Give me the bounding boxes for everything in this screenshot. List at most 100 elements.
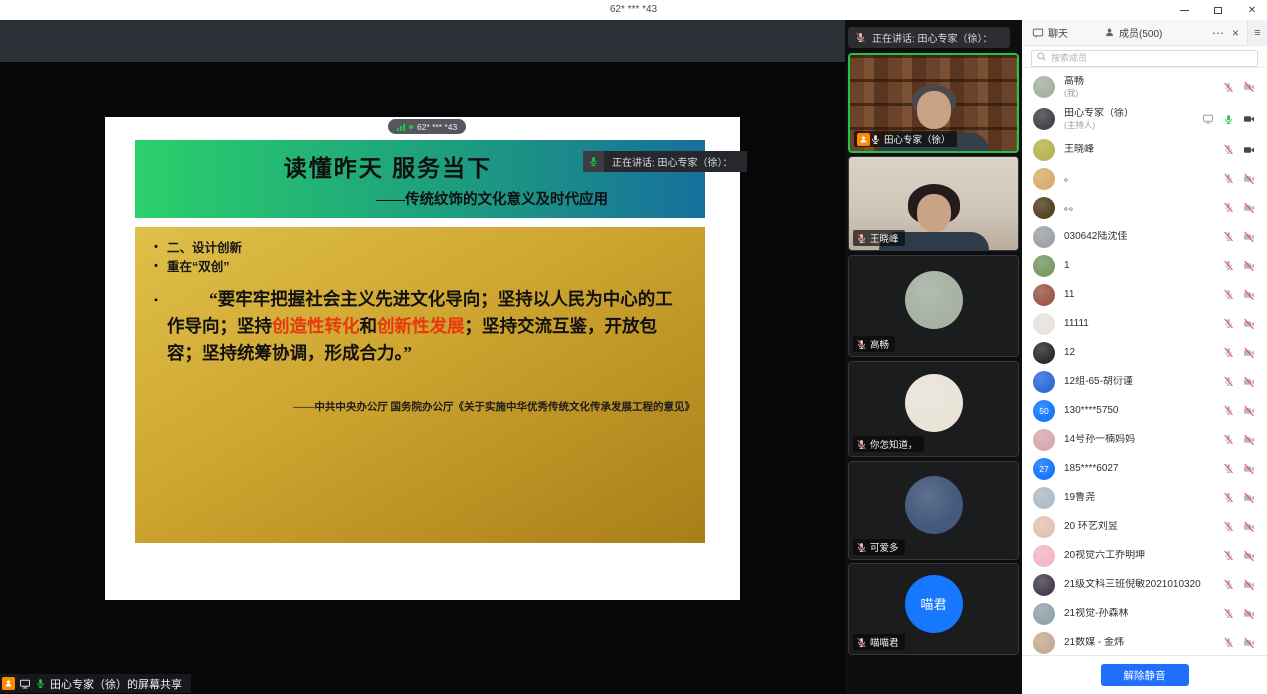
member-row[interactable]: 50 130****5750 [1022, 396, 1267, 425]
member-row[interactable]: 1 [1022, 251, 1267, 280]
member-row[interactable]: 高畅 (我) [1022, 71, 1267, 103]
member-row[interactable]: 14号孙一楠妈妈 [1022, 425, 1267, 454]
screen-share-area: 读懂昨天 服务当下 ——传统纹饰的文化意义及时代应用 • 二、设计创新 • 重在“双创… [0, 62, 845, 694]
avatar [1033, 428, 1055, 451]
status-dot-icon [409, 124, 413, 129]
speaking-toast-text: 正在讲话: 田心专家（徐）： [612, 158, 733, 169]
member-row[interactable]: 王晓峰 [1022, 135, 1267, 164]
member-row[interactable]: 21视觉-孙森林 [1022, 599, 1267, 628]
video-tile[interactable]: 喵君 喵喵君 [848, 563, 1019, 655]
avatar [1033, 370, 1055, 393]
video-tile[interactable]: 可爱多 [848, 461, 1019, 560]
member-row[interactable]: 12 [1022, 338, 1267, 367]
member-status-icons[interactable] [1223, 579, 1255, 591]
member-status-icons[interactable] [1223, 608, 1255, 620]
member-name: 19鲁尧 [1064, 491, 1096, 503]
member-row[interactable]: 030642陆沈佳 [1022, 222, 1267, 251]
unmute-button[interactable]: 解除静音 [1100, 664, 1189, 686]
member-row[interactable]: 。 [1022, 164, 1267, 193]
avatar [1033, 108, 1055, 130]
member-status-icons[interactable] [1223, 260, 1255, 272]
member-status-icons[interactable] [1223, 376, 1255, 388]
avatar [904, 271, 963, 329]
member-name: 21数媒 - 金炜 [1064, 636, 1125, 648]
member-name: 田心专家（徐） [1064, 107, 1134, 119]
member-status-icons[interactable] [1223, 492, 1255, 504]
tab-members[interactable]: 成员(500) [1104, 25, 1212, 40]
tile-status-icons [856, 233, 867, 244]
member-search-row [1022, 46, 1267, 68]
search-icon [1036, 51, 1047, 62]
member-name: 1 [1064, 259, 1070, 271]
panel-close-icon[interactable]: × [1232, 27, 1239, 39]
member-status-icons[interactable] [1223, 289, 1255, 301]
member-name: 王晓峰 [1064, 143, 1094, 155]
avatar [1033, 138, 1055, 161]
restore-icon[interactable] [1211, 3, 1225, 17]
member-row[interactable]: 。。 [1022, 193, 1267, 222]
search-input[interactable] [1031, 49, 1258, 67]
video-tile[interactable]: 田心专家（徐） [848, 53, 1019, 153]
window-titlebar: 62* *** *43 ✕ [0, 0, 1267, 20]
member-status-icons[interactable] [1223, 434, 1255, 446]
member-status-icons[interactable] [1223, 550, 1255, 562]
video-tile[interactable]: 高畅 [848, 255, 1019, 357]
member-status-icons[interactable] [1223, 202, 1255, 214]
member-row[interactable]: 27 185****6027 [1022, 454, 1267, 483]
member-icon [1104, 27, 1115, 38]
member-name: 030642陆沈佳 [1064, 230, 1128, 242]
tile-name-label: 王晓峰 [853, 230, 905, 246]
tile-name: 你怎知道， [870, 440, 918, 451]
screen-share-icon [19, 678, 31, 690]
slide-quote-text: “要牢牢把握社会主义先进文化导向；坚持以人民为中心的工作导向；坚持创造性转化和创… [167, 288, 673, 363]
avatar [1033, 544, 1055, 567]
tile-name: 可爱多 [870, 543, 899, 554]
member-status-icons[interactable] [1223, 81, 1255, 93]
avatar [1033, 486, 1055, 509]
tab-chat[interactable]: 聊天 [1022, 25, 1104, 40]
minimize-icon[interactable] [1177, 3, 1191, 17]
member-row[interactable]: 20 环艺刘昱 [1022, 512, 1267, 541]
member-status-icons[interactable] [1223, 405, 1255, 417]
more-icon[interactable]: ⋯ [1212, 27, 1224, 39]
member-name: 。。 [1064, 201, 1079, 213]
video-thumbnail-sidebar: 正在讲话: 田心专家（徐）： 田心专家（徐） 王晓峰 高畅 你怎知道， 可爱多 … [845, 20, 1022, 694]
member-status-icons[interactable] [1202, 113, 1255, 125]
tile-status-icons [856, 637, 867, 648]
slide-quote: • “要牢牢把握社会主义先进文化导向；坚持以人民为中心的工作导向；坚持创造性转化… [145, 286, 691, 367]
member-row[interactable]: 11111 [1022, 309, 1267, 338]
tile-name: 田心专家（徐） [884, 135, 951, 146]
member-list: 高畅 (我) 田心专家（徐） (主持人) 王晓峰 。 。。 030642陆沈佳 … [1022, 68, 1267, 655]
window-controls: ✕ [1177, 0, 1259, 20]
video-tile[interactable]: 王晓峰 [848, 156, 1019, 251]
tile-status-icons [856, 339, 867, 350]
member-status-icons[interactable] [1223, 463, 1255, 475]
tile-name-label: 田心专家（徐） [854, 131, 957, 147]
member-status-icons[interactable] [1223, 173, 1255, 185]
member-row[interactable]: 田心专家（徐） (主持人) [1022, 103, 1267, 135]
member-name: 12组-65-胡衍谨 [1064, 375, 1133, 387]
member-row[interactable]: 20视觉六工乔明坤 [1022, 541, 1267, 570]
member-status-icons[interactable] [1223, 231, 1255, 243]
member-status-icons[interactable] [1223, 347, 1255, 359]
member-status-icons[interactable] [1223, 144, 1255, 156]
avatar [1033, 312, 1055, 335]
tab-members-label: 成员(500) [1119, 29, 1163, 40]
tile-name: 喵喵君 [870, 638, 899, 649]
video-tile[interactable]: 你怎知道， [848, 361, 1019, 457]
close-icon[interactable]: ✕ [1245, 3, 1259, 17]
member-name: 185****6027 [1064, 462, 1119, 474]
menu-icon[interactable]: ≡ [1247, 19, 1267, 46]
member-status-icons[interactable] [1223, 521, 1255, 533]
slide-bullets: • 二、设计创新 • 重在“双创” [145, 239, 691, 278]
avatar [1033, 602, 1055, 625]
meeting-app-window: 62* *** *43 ✕ 读懂昨天 服务当下 ——传统纹饰的文化意义及时代应用… [0, 0, 1267, 694]
member-row[interactable]: 21数媒 - 金炜 [1022, 628, 1267, 655]
member-row[interactable]: 11 [1022, 280, 1267, 309]
member-row[interactable]: 19鲁尧 [1022, 483, 1267, 512]
member-row[interactable]: 12组-65-胡衍谨 [1022, 367, 1267, 396]
member-status-icons[interactable] [1223, 318, 1255, 330]
member-row[interactable]: 21级文科三班倪敏2021010320 [1022, 570, 1267, 599]
slide-bullet: • 二、设计创新 [154, 241, 243, 255]
member-status-icons[interactable] [1223, 637, 1255, 649]
